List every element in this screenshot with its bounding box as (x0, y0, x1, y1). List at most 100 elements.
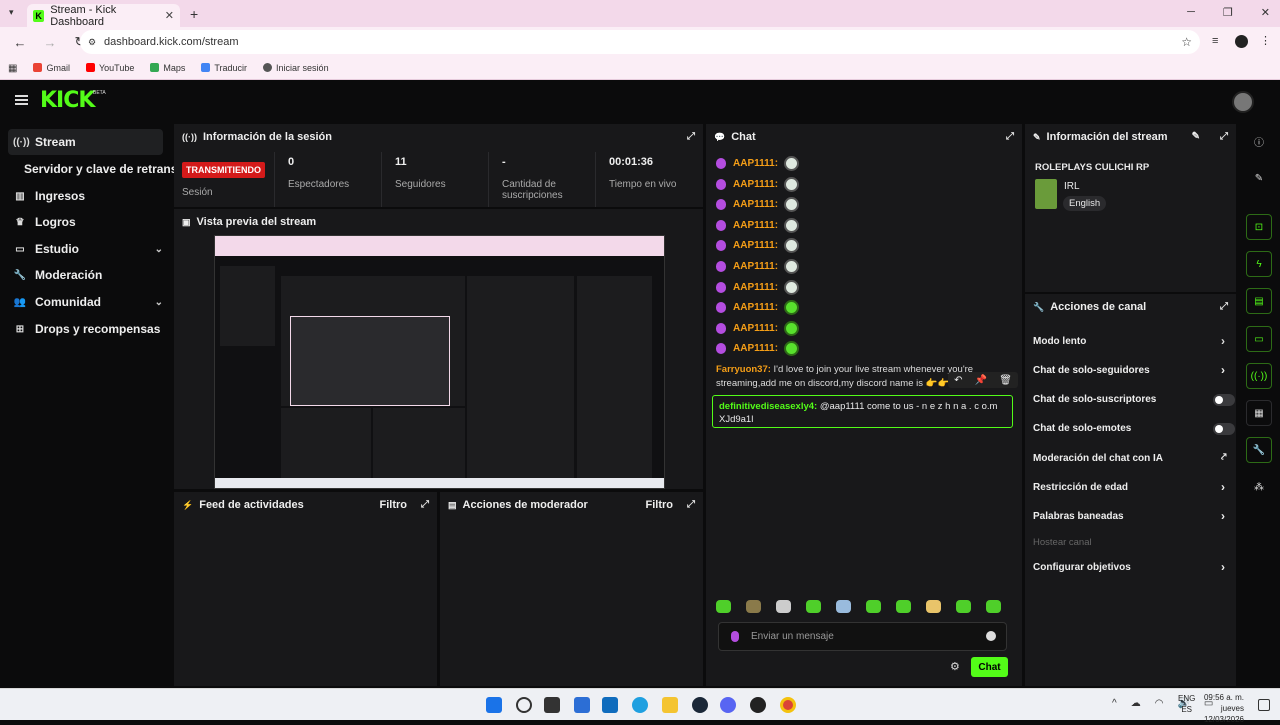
bookmark-traducir[interactable]: Traducir (201, 63, 247, 73)
maximize-icon[interactable]: ❐ (1223, 6, 1233, 19)
chat-message[interactable]: AAP1111: (716, 194, 800, 214)
expand-icon[interactable]: ⤢ (421, 499, 429, 510)
sidebar-item-servidor[interactable]: Servidor y clave de retransm (8, 156, 178, 182)
action-solo-seguidores[interactable]: Chat de solo-seguidores › (1033, 363, 1233, 377)
chat-message[interactable]: AAP1111: (716, 174, 800, 194)
discord-icon[interactable] (720, 697, 736, 713)
emote-icon[interactable] (776, 600, 791, 613)
chat-username[interactable]: AAP1111: (733, 261, 778, 272)
obs-icon[interactable] (750, 697, 766, 713)
sidebar-item-estudio[interactable]: ▭ Estudio ⌄ (8, 236, 163, 262)
action-modo-lento[interactable]: Modo lento › (1033, 334, 1233, 348)
screenshot-icon[interactable]: ⊡ (1246, 214, 1272, 240)
chat-username[interactable]: AAP1111: (733, 343, 778, 354)
emote-icon[interactable] (836, 600, 851, 613)
sidebar-item-drops[interactable]: ⊞ Drops y recompensas (8, 316, 163, 342)
bolt-icon[interactable]: ϟ (1246, 251, 1272, 277)
share-icon[interactable]: ⁂ (1246, 474, 1272, 500)
sidebar-item-logros[interactable]: ♛ Logros (8, 209, 163, 235)
action-configurar-objetivos[interactable]: Configurar objetivos › (1033, 560, 1233, 574)
edge-icon[interactable] (632, 697, 648, 713)
chat-username[interactable]: AAP1111: (733, 199, 778, 210)
wifi-icon[interactable]: ◠ (1155, 698, 1164, 709)
chevron-up-icon[interactable]: ^ (1112, 698, 1117, 709)
toggle-switch[interactable] (1213, 394, 1235, 406)
pencil-icon[interactable]: ✎ (1192, 131, 1200, 142)
menu-icon[interactable] (15, 95, 28, 105)
action-palabras-baneadas[interactable]: Palabras baneadas › (1033, 509, 1233, 523)
url-field[interactable]: ⚙ dashboard.kick.com/stream ☆ (80, 30, 1200, 54)
tab-menu-icon[interactable]: ▾ (9, 7, 14, 18)
sidebar-item-stream[interactable]: ((·)) Stream (8, 129, 163, 155)
chat-username[interactable]: AAP1111: (733, 323, 778, 334)
chat-message[interactable]: AAP1111: (716, 318, 800, 338)
bookmark-star-icon[interactable]: ☆ (1181, 35, 1192, 49)
emote-icon[interactable] (746, 600, 761, 613)
pin-icon[interactable]: 📌 (975, 375, 987, 386)
kick-logo[interactable]: KICK (40, 88, 95, 113)
tab-close-icon[interactable]: ✕ (165, 9, 174, 22)
sidebar-item-ingresos[interactable]: ▥ Ingresos (8, 183, 163, 209)
forward-icon[interactable]: → (40, 35, 60, 50)
expand-icon[interactable]: ⤢ (687, 499, 695, 510)
wrench-icon[interactable]: 🔧 (1246, 437, 1272, 463)
windows-start-icon[interactable] (486, 697, 502, 713)
chat-input[interactable]: Enviar un mensaje (718, 622, 1007, 651)
widgets-icon[interactable] (574, 697, 590, 713)
chat-message[interactable]: AAP1111: (716, 215, 800, 235)
expand-icon[interactable]: ⤢ (687, 131, 695, 142)
broadcast-icon[interactable]: ((·)) (1246, 363, 1272, 389)
clock[interactable]: 09:56 a. m. jueves 12/03/2026 (1204, 692, 1244, 725)
info-icon[interactable]: ⓘ (1246, 128, 1272, 154)
filter-button[interactable]: Filtro (646, 499, 674, 511)
minimize-icon[interactable]: ─ (1187, 6, 1195, 19)
browser-tab[interactable]: K Stream - Kick Dashboard ✕ (27, 4, 180, 28)
emote-icon[interactable] (716, 600, 731, 613)
reply-icon[interactable]: ↶ (954, 375, 962, 386)
layout-icon[interactable]: ▦ (1246, 400, 1272, 426)
site-info-icon[interactable]: ⚙ (88, 37, 96, 48)
chat-username[interactable]: AAP1111: (733, 179, 778, 190)
extensions-icon[interactable]: ≡ (1212, 35, 1218, 47)
avatar[interactable] (1232, 91, 1254, 113)
filter-button[interactable]: Filtro (380, 499, 408, 511)
chat-username[interactable]: definitivediseasexly4: (719, 401, 817, 412)
bookmark-maps[interactable]: Maps (150, 63, 185, 73)
stream-preview[interactable] (214, 235, 665, 489)
action-restriccion-edad[interactable]: Restricción de edad › (1033, 480, 1233, 494)
expand-icon[interactable]: ⤢ (1220, 301, 1228, 312)
language-indicator[interactable]: ENG ES (1178, 693, 1195, 715)
expand-icon[interactable]: ⤢ (1220, 131, 1228, 142)
action-moderacion-ia[interactable]: Moderación del chat con IA ⤤ (1033, 452, 1233, 464)
chat-username[interactable]: AAP1111: (733, 158, 778, 169)
chat-message[interactable]: AAP1111: (716, 338, 800, 358)
delete-icon[interactable]: 🗑 (999, 375, 1012, 386)
emote-icon[interactable] (806, 600, 821, 613)
emote-icon[interactable] (986, 600, 1001, 613)
window-close-icon[interactable]: ✕ (1261, 6, 1270, 19)
chat-message[interactable]: AAP1111: (716, 297, 800, 317)
apps-icon[interactable]: ▦ (8, 63, 17, 74)
taskview-icon[interactable] (544, 697, 560, 713)
chat-send-button[interactable]: Chat (971, 657, 1008, 677)
chat-username[interactable]: Farryuon37: (716, 364, 771, 375)
back-icon[interactable]: ← (10, 35, 30, 50)
store-icon[interactable] (602, 697, 618, 713)
bookmark-gmail[interactable]: Gmail (33, 63, 70, 73)
emote-icon[interactable] (866, 600, 881, 613)
bookmark-iniciar-sesion[interactable]: Iniciar sesión (263, 63, 329, 73)
clipboard-icon[interactable]: ▤ (1246, 288, 1272, 314)
chat-message[interactable]: AAP1111: (716, 277, 800, 297)
chat-message[interactable]: AAP1111: (716, 153, 800, 173)
chat-message-highlighted[interactable]: definitivediseasexly4: @aap1111 come to … (712, 395, 1013, 428)
sidebar-item-moderacion[interactable]: 🔧 Moderación (8, 262, 163, 288)
emote-icon[interactable] (926, 600, 941, 613)
gear-icon[interactable]: ⚙ (950, 660, 960, 673)
bookmark-youtube[interactable]: YouTube (85, 63, 134, 73)
chat-username[interactable]: AAP1111: (733, 240, 778, 251)
chat-username[interactable]: AAP1111: (733, 282, 778, 293)
chat-icon[interactable]: ▭ (1246, 326, 1272, 352)
network-icon[interactable]: ☁ (1131, 698, 1141, 709)
action-solo-suscriptores[interactable]: Chat de solo-suscriptores (1033, 394, 1235, 406)
search-icon[interactable] (516, 697, 532, 713)
